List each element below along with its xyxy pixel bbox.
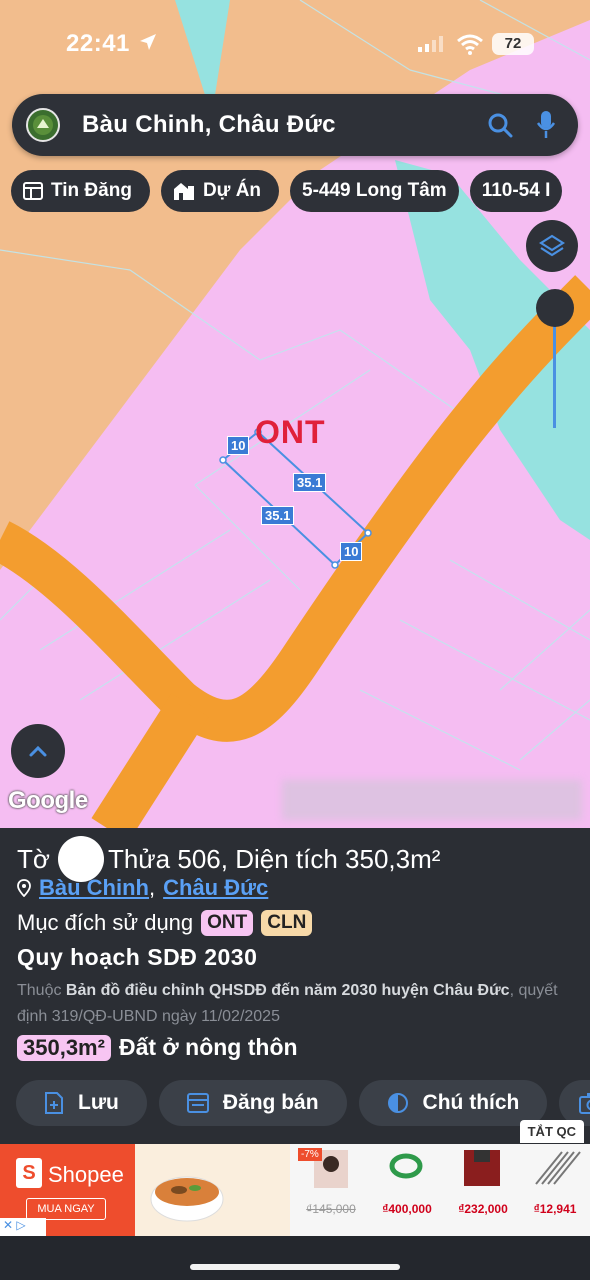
- layers-button[interactable]: [526, 220, 578, 272]
- chip-plot-5-449[interactable]: 5-449 Long Tâm: [290, 170, 459, 212]
- land-use-badge-ont: ONT: [201, 910, 254, 936]
- wifi-icon: [457, 34, 483, 55]
- ad-product[interactable]: ₫232,000: [446, 1144, 518, 1236]
- area-badge: 350,3m²: [17, 1034, 111, 1061]
- sheet-prefix: Tờ: [17, 843, 50, 874]
- home-area: [0, 1236, 590, 1280]
- dimension-label: 35.1: [261, 506, 295, 525]
- action-label: Chú thích: [422, 1091, 520, 1114]
- app-logo-icon[interactable]: [26, 108, 60, 142]
- dimension-label: 35.1: [293, 473, 327, 492]
- battery-indicator: 72: [492, 33, 534, 55]
- map-attribution-blurred: [282, 780, 582, 820]
- product-price: ₫145,000: [306, 1202, 356, 1216]
- action-buttons: Lưu Đăng bán Chú thích: [16, 1080, 590, 1126]
- plan-source: Thuộc Bản đồ điều chỉnh QHSDĐ đến năm 20…: [17, 978, 582, 1030]
- newspaper-icon: [23, 182, 43, 200]
- commune-link[interactable]: Bàu Chinh: [39, 875, 149, 900]
- product-price: ₫12,941: [533, 1202, 577, 1216]
- ad-product[interactable]: -7% ₫145,000: [294, 1144, 366, 1236]
- chip-du-an[interactable]: Dự Án: [160, 170, 280, 212]
- district-link[interactable]: Châu Đức: [163, 875, 268, 901]
- google-logo: Google: [8, 787, 88, 814]
- ad-product[interactable]: ₫400,000: [370, 1144, 442, 1236]
- shopee-name: Shopee: [48, 1162, 124, 1187]
- chip-label: 110-54 I: [481, 180, 551, 201]
- expand-panel-button[interactable]: [11, 724, 65, 778]
- dimension-label: 10: [227, 436, 250, 455]
- area-type: Đất ở nông thôn: [118, 1034, 298, 1060]
- ad-product[interactable]: ₫12,941: [518, 1144, 590, 1236]
- chip-label: Tin Đăng: [51, 180, 132, 201]
- shopee-bag-icon: S: [16, 1158, 42, 1188]
- shop-now-button[interactable]: MUA NGAY: [26, 1198, 106, 1220]
- post-sale-button[interactable]: Đăng bán: [158, 1080, 347, 1126]
- signal-icon: [418, 36, 443, 52]
- opacity-slider-handle[interactable]: [536, 289, 574, 327]
- parcel-info-panel: Tờ Thửa 506, Diện tích 350,3m² Bàu Chinh…: [0, 828, 590, 1144]
- parcel-text: Thửa 506, Diện tích 350,3m²: [107, 843, 441, 874]
- save-button[interactable]: Lưu: [16, 1080, 147, 1126]
- land-use-badge-cln: CLN: [261, 910, 313, 936]
- ad-food-image[interactable]: [135, 1144, 290, 1236]
- dimension-label: 10: [340, 542, 363, 561]
- status-time: 22:41: [66, 30, 130, 57]
- buildings-icon: [173, 183, 194, 200]
- adchoices-icon[interactable]: ✕ ▷: [0, 1218, 46, 1236]
- home-indicator[interactable]: [190, 1264, 400, 1270]
- plan-title: Quy hoạch SDĐ 2030: [17, 944, 258, 970]
- land-use-row: Mục đích sử dụng ONT CLN: [17, 910, 313, 936]
- product-price: ₫400,000: [382, 1202, 432, 1216]
- location-separator: ,: [149, 875, 156, 900]
- save-plus-icon: [45, 1092, 63, 1114]
- location-row: Bàu Chinh, Châu Đức: [17, 875, 268, 901]
- legend-icon: [387, 1093, 408, 1113]
- camera-icon: [579, 1093, 590, 1114]
- search-bar[interactable]: Bàu Chinh, Châu Đức: [12, 94, 578, 156]
- zone-label: ONT: [255, 414, 326, 450]
- legend-button[interactable]: Chú thích: [358, 1080, 548, 1126]
- search-icon[interactable]: [480, 105, 520, 145]
- chevron-up-icon: [29, 745, 47, 757]
- layers-icon: [539, 234, 565, 257]
- plan-source-prefix: Thuộc: [17, 982, 62, 999]
- area-row: 350,3m² Đất ở nông thôn: [17, 1034, 298, 1061]
- status-bar: 22:41 72: [0, 0, 590, 88]
- location-pin-icon: [17, 879, 31, 897]
- filter-chips: Tin Đăng Dự Án 5-449 Long Tâm 110-54 I: [11, 170, 563, 212]
- microphone-icon[interactable]: [526, 105, 566, 145]
- opacity-slider-track[interactable]: [553, 310, 556, 428]
- chip-tin-dang[interactable]: Tin Đăng: [11, 170, 150, 212]
- plan-source-name: Bản đồ điều chỉnh QHSDĐ đến năm 2030 huy…: [65, 982, 510, 999]
- discount-badge: -7%: [298, 1148, 322, 1161]
- ad-banner[interactable]: TẮT QC S Shopee MUA NGAY -7% ₫145,000 ₫4…: [0, 1120, 590, 1236]
- purpose-label: Mục đích sử dụng: [17, 910, 194, 935]
- map-view[interactable]: ONT 10 35.1 35.1 10 22:41 72 Bàu Chinh, …: [0, 0, 590, 830]
- product-price: ₫232,000: [458, 1202, 508, 1216]
- chip-plot-110-54[interactable]: 110-54 I: [469, 170, 563, 212]
- search-input[interactable]: Bàu Chinh, Châu Đức: [82, 111, 480, 139]
- action-label: Lưu: [78, 1091, 119, 1114]
- action-label: Đăng bán: [222, 1091, 319, 1114]
- chip-label: Dự Án: [202, 180, 262, 201]
- ad-products[interactable]: -7% ₫145,000 ₫400,000 ₫232,000 ₫12,941: [290, 1144, 590, 1236]
- close-ad-button[interactable]: TẮT QC: [519, 1120, 584, 1143]
- listing-icon: [186, 1093, 209, 1113]
- location-arrow-icon: [140, 34, 156, 50]
- chip-label: 5-449 Long Tâm: [302, 180, 447, 201]
